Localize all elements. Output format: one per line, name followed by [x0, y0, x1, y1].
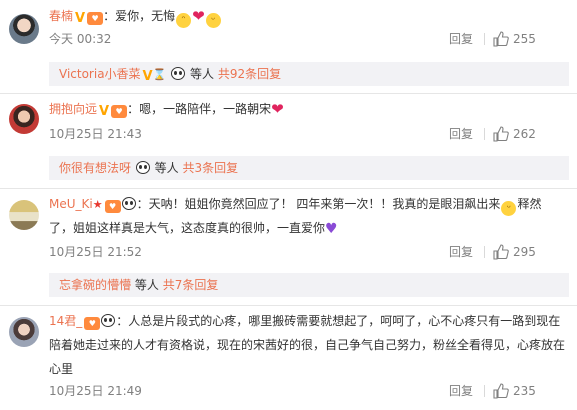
divider: [484, 33, 485, 45]
comment-actions: 回复 255: [449, 31, 569, 47]
level-badge-icon: ♥: [104, 200, 121, 213]
comment-text-line-2: 了，姐姐这样真是大气，这态度真的很帅，一直爱你♥: [49, 221, 338, 237]
divider: [0, 305, 577, 306]
more-replies-link[interactable]: 共92条回复: [218, 67, 281, 81]
avatar[interactable]: [9, 104, 39, 134]
thumbs-up-icon[interactable]: [493, 244, 509, 260]
reply-button[interactable]: 回复: [449, 383, 473, 399]
panda-icon: [121, 197, 136, 210]
star-badge-icon: ★: [92, 198, 103, 211]
comment-text: 拥抱向远 V ♥ ：嗯，一路陪伴，一路朝宋❤: [49, 98, 569, 123]
divider: [484, 128, 485, 140]
panda-icon: [135, 161, 150, 174]
divider: [0, 188, 577, 189]
comment-actions: 回复 295: [449, 244, 569, 260]
thumbs-up-icon[interactable]: [493, 383, 509, 399]
like-count: 295: [513, 245, 536, 259]
avatar[interactable]: [9, 317, 39, 347]
reply-username[interactable]: 忘拿碗的懵懵: [59, 278, 131, 292]
like-count: 235: [513, 384, 536, 398]
hug-emoji-icon: ᵕ: [205, 13, 221, 28]
reply-summary[interactable]: 忘拿碗的懵懵 等人 共7条回复: [49, 273, 569, 297]
thumbs-up-icon[interactable]: [493, 31, 509, 47]
username[interactable]: 14君_: [49, 314, 82, 328]
username[interactable]: 拥抱向远: [49, 102, 97, 116]
verified-badge-icon: V: [142, 69, 153, 84]
comment-actions: 回复 262: [449, 126, 569, 142]
reply-username[interactable]: 你很有想法呀: [59, 161, 131, 175]
comment-time: 10月25日 21:49: [49, 384, 142, 398]
panda-icon: [101, 314, 116, 327]
comment-time: 10月25日 21:43: [49, 127, 142, 141]
divider: [0, 93, 577, 94]
comment-text: 春楠 V ♥ ：爱你，无悔 ᵔ ❤ ᵕ: [49, 5, 569, 30]
level-badge-icon: ♥: [111, 105, 128, 118]
verified-badge-icon: V: [99, 104, 110, 119]
comment-time: 10月25日 21:52: [49, 245, 142, 259]
reply-summary[interactable]: Victoria小香菜 V⌛ 等人 共92条回复: [49, 62, 569, 86]
reply-button[interactable]: 回复: [449, 244, 473, 260]
heart-emoji-icon: ❤: [271, 100, 284, 118]
divider: [484, 385, 485, 397]
reply-summary[interactable]: 你很有想法呀 等人 共3条回复: [49, 156, 569, 180]
reply-button[interactable]: 回复: [449, 31, 473, 47]
level-badge-icon: ♥: [84, 317, 101, 330]
avatar[interactable]: [9, 200, 39, 230]
crying-emoji-icon: ᵕ: [501, 201, 517, 216]
comment-time: 今天 00:32: [49, 32, 112, 46]
comment-actions: 回复 235: [449, 383, 569, 399]
more-replies-link[interactable]: 共3条回复: [183, 161, 239, 175]
comment-text-line-2: 陪着她走过来的人才有资格说，现在的宋茜好的很，自己争气自己努力，粉丝全看得见，心…: [49, 338, 566, 352]
comment-text: 14君_ ♥ ：人总是片段式的心疼，哪里搬砖需要就想起了，呵呵了，心不心疼只有一路到…: [49, 314, 561, 330]
username[interactable]: 春楠: [49, 9, 73, 23]
like-count: 255: [513, 32, 536, 46]
heart-emoji-icon: ❤: [192, 7, 205, 25]
purple-heart-icon: ♥: [325, 221, 338, 237]
comment-text: MeU_Ki★ ♥ ：天呐！姐姐你竟然回应了！ 四年来第一次！！我真的是眼泪飙出来 ᵕ…: [49, 197, 542, 216]
comment-text-line-3: 心里: [49, 362, 74, 376]
username[interactable]: MeU_Ki: [49, 197, 93, 211]
hourglass-icon: ⌛: [152, 68, 167, 81]
reply-button[interactable]: 回复: [449, 126, 473, 142]
kiss-emoji-icon: ᵔ: [176, 13, 192, 28]
reply-username[interactable]: Victoria小香菜: [59, 67, 141, 81]
divider: [484, 246, 485, 258]
panda-icon: [171, 67, 186, 80]
verified-badge-icon: V: [75, 11, 86, 26]
more-replies-link[interactable]: 共7条回复: [163, 278, 219, 292]
avatar[interactable]: [9, 14, 39, 44]
level-badge-icon: ♥: [87, 12, 104, 25]
thumbs-up-icon[interactable]: [493, 126, 509, 142]
like-count: 262: [513, 127, 536, 141]
